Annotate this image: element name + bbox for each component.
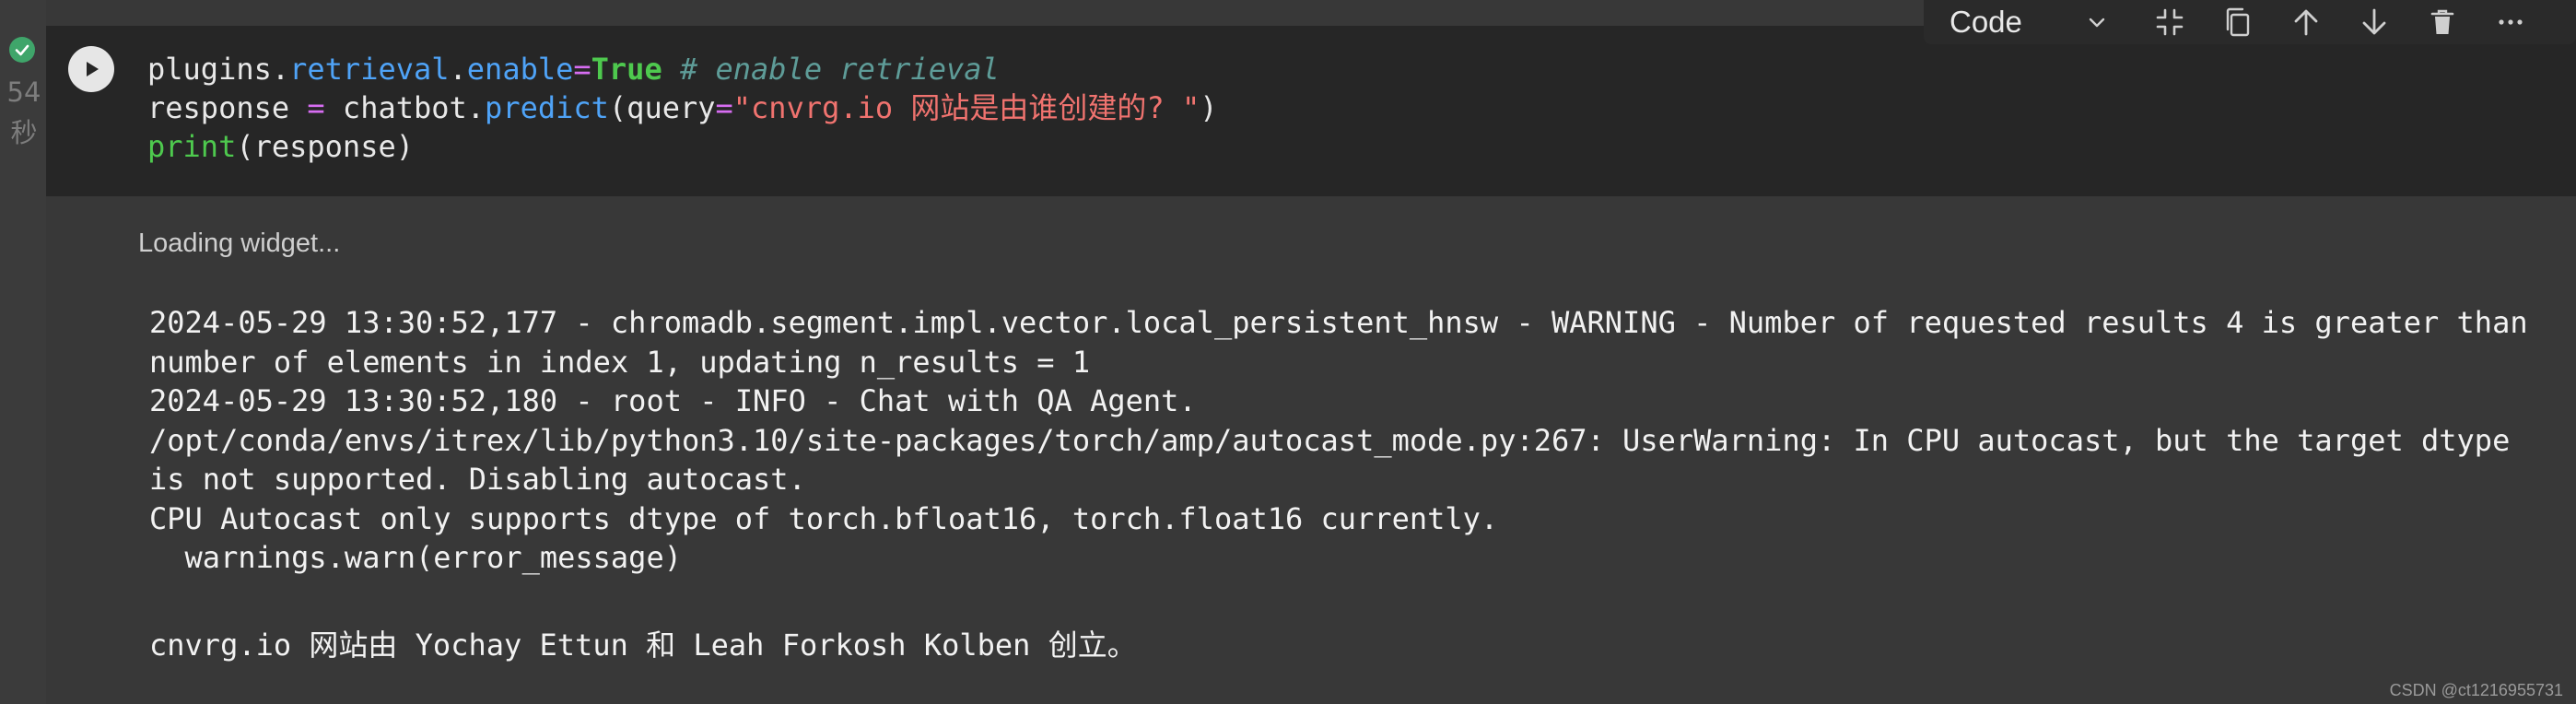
cell-toolbar: Code <box>1924 0 2576 44</box>
execution-time-number: 54 <box>6 76 41 108</box>
code-cell[interactable]: plugins.retrieval.enable=True # enable r… <box>46 26 2576 196</box>
widget-loading-text: Loading widget... <box>138 229 341 258</box>
execution-time: 54 秒 <box>4 72 44 153</box>
collapse-button[interactable] <box>2136 0 2204 44</box>
chevron-down-icon <box>2089 18 2105 28</box>
success-check-icon <box>9 37 35 63</box>
code-line-3: print(response) <box>147 129 414 164</box>
delete-button[interactable] <box>2408 0 2476 44</box>
trash-icon <box>2430 9 2454 34</box>
arrow-down-icon <box>2362 8 2386 35</box>
move-up-button[interactable] <box>2272 0 2340 44</box>
cell-type-select[interactable]: Code <box>1924 0 2136 44</box>
copy-button[interactable] <box>2204 0 2272 44</box>
code-editor[interactable]: plugins.retrieval.enable=True # enable r… <box>147 50 1218 166</box>
play-icon <box>87 62 99 76</box>
more-icon <box>2499 19 2523 25</box>
code-line-1: plugins.retrieval.enable=True # enable r… <box>147 52 1000 87</box>
move-down-button[interactable] <box>2340 0 2408 44</box>
cell-gutter: 54 秒 <box>0 0 46 704</box>
run-cell-button[interactable] <box>68 46 114 92</box>
more-button[interactable] <box>2476 0 2545 44</box>
watermark: CSDN @ct1216955731 <box>2389 681 2563 699</box>
cell-output: Loading widget... 2024-05-29 13:30:52,17… <box>46 196 2576 704</box>
copy-icon <box>2226 7 2250 37</box>
log-output: 2024-05-29 13:30:52,177 - chromadb.segme… <box>149 305 2528 575</box>
cell-type-label: Code <box>1950 5 2022 39</box>
code-line-2: response = chatbot.predict(query="cnvrg.… <box>147 90 1218 125</box>
result-output: cnvrg.io 网站由 Yochay Ettun 和 Leah Forkosh… <box>149 628 1137 663</box>
collapse-icon <box>2156 8 2184 36</box>
execution-time-unit: 秒 <box>10 117 38 148</box>
arrow-up-icon <box>2294 9 2318 36</box>
